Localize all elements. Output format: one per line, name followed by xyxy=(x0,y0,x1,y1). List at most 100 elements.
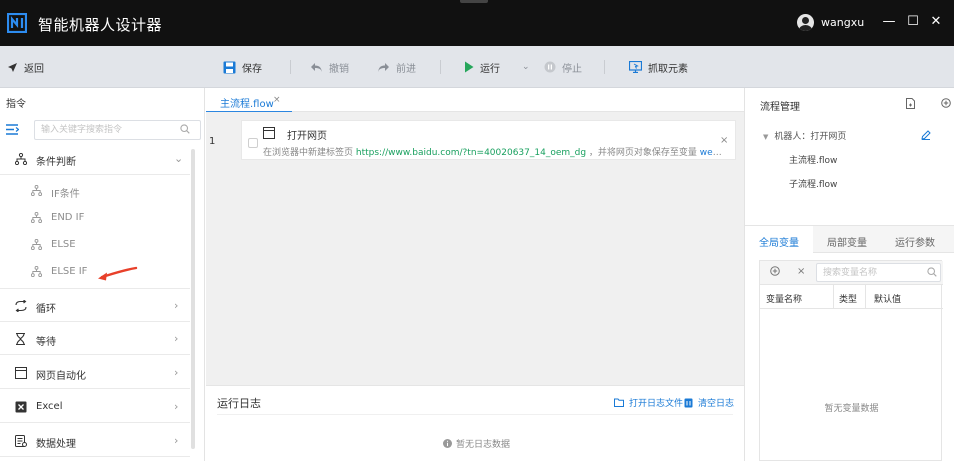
user-avatar-icon[interactable] xyxy=(797,14,814,31)
run-dropdown-chevron-down-icon[interactable]: ⌄ xyxy=(522,59,530,75)
chevron-down-icon[interactable]: ⌄ xyxy=(174,152,183,165)
tab-close-icon[interactable]: × xyxy=(273,95,281,105)
variables-empty-state: 暂无变量数据 xyxy=(824,404,879,414)
data-icon xyxy=(15,435,27,447)
command-list-scrollbar[interactable] xyxy=(191,149,195,449)
tree-robot-node[interactable]: ▼ 机器人：打开网页 xyxy=(763,129,846,142)
category-excel[interactable]: Excel › xyxy=(0,390,190,423)
folder-icon xyxy=(614,398,624,407)
add-circle-icon[interactable] xyxy=(941,98,951,108)
flow-management-panel: 流程管理 ▼ 机器人：打开网页 主流程.flow 子流程.flow 全局变量 局部… xyxy=(744,88,954,461)
step-variable[interactable]: web_a... xyxy=(700,148,723,158)
variables-controls: × xyxy=(760,261,943,285)
edit-pencil-icon[interactable] xyxy=(921,130,931,140)
redo-button[interactable]: 前进 xyxy=(377,59,416,75)
command-label: IF条件 xyxy=(51,189,80,200)
close-window-button[interactable]: ✕ xyxy=(927,12,945,32)
run-log-title: 运行日志 xyxy=(217,397,261,410)
flow-step-open-webpage[interactable]: 打开网页 在浏览器中新建标签页 https://www.baidu.com/?t… xyxy=(241,120,736,160)
category-label: 网页自动化 xyxy=(36,371,86,382)
category-data-processing[interactable]: 数据处理 › xyxy=(0,424,190,457)
flow-management-title: 流程管理 xyxy=(760,102,800,113)
flow-canvas[interactable]: 1 打开网页 在浏览器中新建标签页 https://www.baidu.com/… xyxy=(206,112,744,385)
column-divider xyxy=(833,285,834,309)
chevron-right-icon[interactable]: › xyxy=(174,400,178,413)
command-if[interactable]: IF条件 xyxy=(0,178,190,204)
category-label: Excel xyxy=(36,401,63,412)
category-condition[interactable]: 条件判断 ⌄ xyxy=(0,142,190,175)
minimize-button[interactable]: — xyxy=(880,12,898,32)
capture-screen-icon xyxy=(629,61,642,73)
chevron-right-icon[interactable]: › xyxy=(174,366,178,379)
step-url[interactable]: https://www.baidu.com/?tn=40020637_14_oe… xyxy=(356,148,586,158)
command-panel-title: 指令 xyxy=(6,99,26,110)
tree-robot-label: 机器人：打开网页 xyxy=(774,132,847,142)
info-icon xyxy=(443,439,452,448)
branch-icon xyxy=(15,153,27,165)
pause-icon xyxy=(544,61,556,73)
variable-search-input[interactable] xyxy=(816,263,941,282)
list-toggle-icon[interactable] xyxy=(6,124,19,135)
command-label: ELSE IF xyxy=(51,266,88,277)
category-web-automation[interactable]: 网页自动化 › xyxy=(0,356,190,389)
loop-icon xyxy=(15,300,27,312)
tab-local-variables[interactable]: 局部变量 xyxy=(827,234,867,249)
tab-run-parameters[interactable]: 运行参数 xyxy=(895,234,935,249)
title-bar: 智能机器人设计器 wangxu — ☐ ✕ xyxy=(0,0,954,46)
tree-item-main-flow[interactable]: 主流程.flow xyxy=(789,153,837,166)
toolbar-divider xyxy=(440,60,441,74)
tab-global-variables[interactable]: 全局变量 xyxy=(759,234,799,249)
step-checkbox[interactable] xyxy=(248,138,258,148)
category-label: 数据处理 xyxy=(36,439,76,450)
delete-step-icon[interactable]: × xyxy=(720,135,728,146)
toolbar: 返回 保存 撤销 前进 运行 ⌄ 停止 抓取元素 xyxy=(0,46,954,88)
caret-down-icon[interactable]: ▼ xyxy=(763,133,768,141)
category-label: 循环 xyxy=(36,304,56,315)
column-variable-name: 变量名称 xyxy=(766,295,803,305)
undo-button[interactable]: 撤销 xyxy=(310,59,349,75)
branch-icon xyxy=(31,239,42,250)
tree-item-sub-flow[interactable]: 子流程.flow xyxy=(789,177,837,190)
log-empty-text: 暂无日志数据 xyxy=(456,440,511,450)
clear-log-button[interactable]: 清空日志 xyxy=(684,396,734,409)
run-button[interactable]: 运行 xyxy=(464,59,500,75)
column-default-value: 默认值 xyxy=(874,295,902,305)
undo-label: 撤销 xyxy=(329,63,349,75)
redo-label: 前进 xyxy=(396,63,416,75)
send-arrow-icon xyxy=(8,62,17,72)
maximize-button[interactable]: ☐ xyxy=(904,12,922,32)
capture-element-button[interactable]: 抓取元素 xyxy=(629,59,688,75)
browser-window-icon xyxy=(263,127,275,139)
chevron-right-icon[interactable]: › xyxy=(174,434,178,447)
branch-icon xyxy=(31,212,42,223)
new-file-icon[interactable] xyxy=(906,98,915,109)
chevron-right-icon[interactable]: › xyxy=(174,332,178,345)
search-icon[interactable] xyxy=(180,124,190,134)
category-loop[interactable]: 循环 › xyxy=(0,289,190,322)
open-log-file-button[interactable]: 打开日志文件 xyxy=(614,396,683,409)
column-divider xyxy=(865,285,866,309)
play-icon xyxy=(465,61,474,73)
command-label: ELSE xyxy=(51,239,76,250)
tab-main-flow[interactable]: 主流程.flow × xyxy=(206,88,292,113)
search-icon[interactable] xyxy=(927,267,937,277)
command-else-if[interactable]: ELSE IF xyxy=(0,259,190,285)
save-button[interactable]: 保存 xyxy=(223,59,262,75)
delete-variable-icon[interactable]: × xyxy=(797,266,805,277)
category-wait[interactable]: 等待 › xyxy=(0,322,190,355)
line-number: 1 xyxy=(209,136,216,147)
command-else[interactable]: ELSE xyxy=(0,232,190,258)
add-variable-icon[interactable] xyxy=(770,266,780,276)
tab-label: 主流程.flow xyxy=(220,99,274,110)
command-end-if[interactable]: END IF xyxy=(0,205,190,231)
stop-button[interactable]: 停止 xyxy=(544,59,582,75)
command-search-input[interactable] xyxy=(34,120,201,140)
run-log-panel: 运行日志 打开日志文件 清空日志 暂无日志数据 xyxy=(206,385,744,461)
chevron-right-icon[interactable]: › xyxy=(174,299,178,312)
toolbar-divider xyxy=(290,60,291,74)
save-label: 保存 xyxy=(242,63,262,75)
category-label: 等待 xyxy=(36,337,56,348)
save-icon xyxy=(223,61,236,73)
username[interactable]: wangxu xyxy=(821,16,864,29)
back-button[interactable]: 返回 xyxy=(7,59,44,75)
